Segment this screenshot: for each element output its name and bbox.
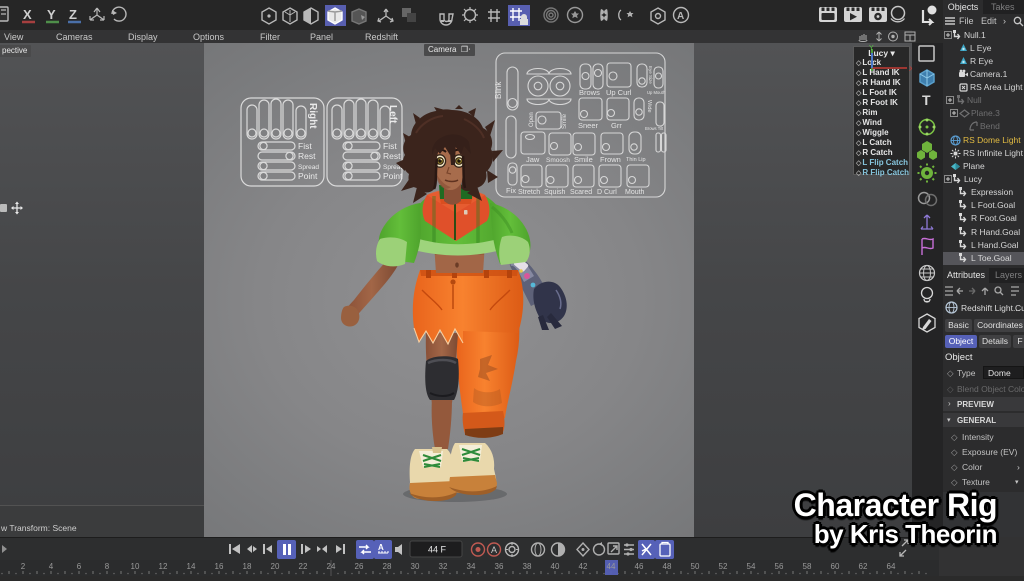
svg-text:X: X: [23, 7, 32, 22]
svg-text:A: A: [677, 11, 684, 22]
svg-text:Z: Z: [69, 7, 77, 22]
svg-text:Y: Y: [47, 7, 56, 22]
svg-text:Y: Y: [869, 45, 874, 52]
svg-text:T: T: [922, 92, 931, 108]
